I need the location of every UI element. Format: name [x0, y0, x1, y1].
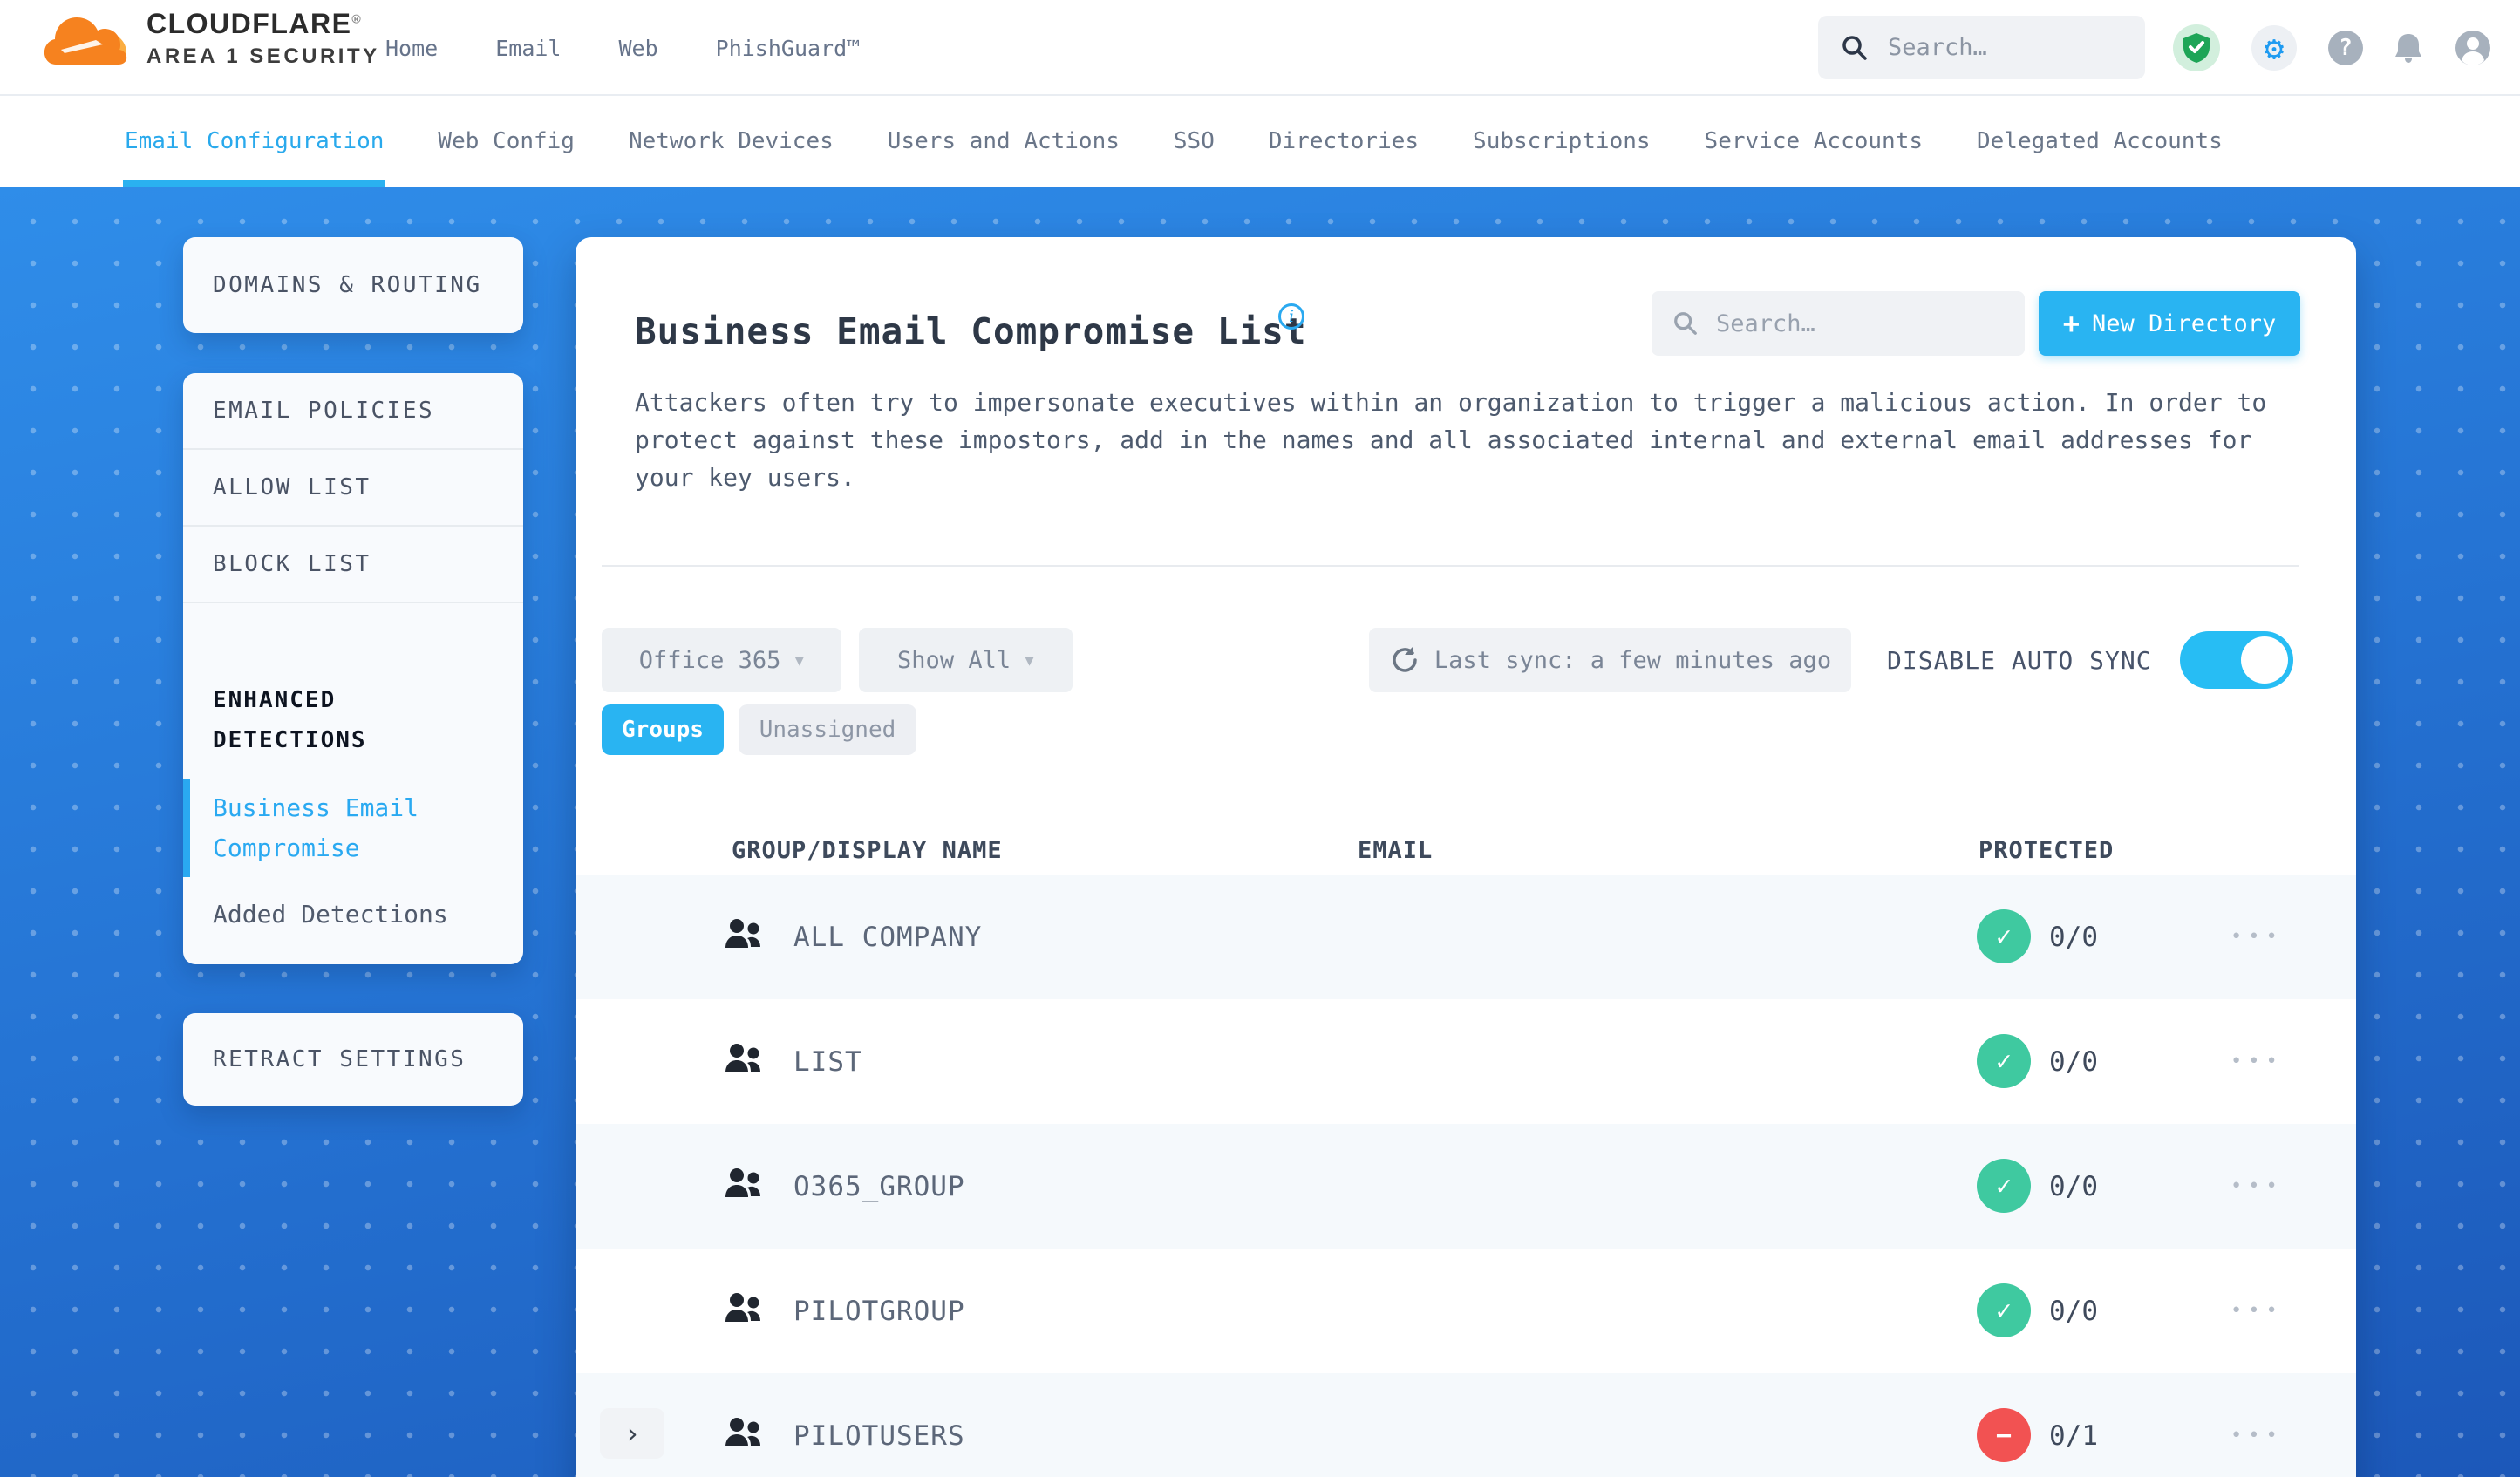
subnav-item-web-config[interactable]: Web Config — [438, 96, 575, 187]
logo-line2: AREA 1 SECURITY — [146, 44, 380, 68]
row-menu-button[interactable]: ••• — [2231, 1124, 2284, 1249]
row-menu-button[interactable]: ••• — [2231, 1373, 2284, 1477]
global-search-input[interactable]: Search… — [1818, 16, 2145, 79]
help-icon[interactable]: ? — [2328, 31, 2363, 65]
table-row[interactable]: LIST ✓ 0/0 ••• — [576, 999, 2356, 1124]
info-icon[interactable]: i — [1278, 303, 1304, 330]
group-name: O365_GROUP — [793, 1170, 965, 1202]
protected-status-icon: ✓ — [1977, 1283, 2031, 1337]
table-row[interactable]: ALL COMPANY ✓ 0/0 ••• — [576, 875, 2356, 999]
directory-type-dropdown[interactable]: Office 365 ▼ — [602, 628, 841, 692]
last-sync-text: Last sync: a few minutes ago — [1434, 646, 1832, 674]
top-nav-item-phishguard-[interactable]: PhishGuard™ — [716, 36, 861, 61]
protected-status-icon: ✓ — [1977, 909, 2031, 963]
row-menu-button[interactable]: ••• — [2231, 1249, 2284, 1373]
subnav-item-email-configuration[interactable]: Email Configuration — [122, 96, 386, 187]
protected-count: 0/0 — [2049, 921, 2098, 953]
settings-gear-icon[interactable]: ⚙ — [2251, 25, 2297, 71]
auto-sync-label: DISABLE AUTO SYNC — [1887, 645, 2152, 675]
shield-check-icon — [2183, 33, 2210, 63]
logo-line1: CLOUDFLARE® — [146, 8, 363, 39]
protected-count: 0/1 — [2049, 1419, 2098, 1452]
protected-count: 0/0 — [2049, 1045, 2098, 1078]
protected-status-icon: − — [1977, 1408, 2031, 1462]
top-header: CLOUDFLARE® AREA 1 SECURITY Home Email Web… — [0, 0, 2520, 96]
divider — [602, 565, 2299, 567]
group-icon — [725, 1418, 760, 1446]
group-name: ALL COMPANY — [793, 921, 983, 953]
sidebar-item-email-policies[interactable]: EMAIL POLICIES — [183, 373, 523, 450]
toggle-knob — [2241, 636, 2288, 684]
sidebar-policies-card: EMAIL POLICIES ALLOW LIST BLOCK LIST ENH… — [183, 373, 523, 964]
column-email: EMAIL — [1358, 837, 1434, 864]
table-row[interactable]: PILOTGROUP ✓ 0/0 ••• — [576, 1249, 2356, 1373]
new-directory-label: New Directory — [2091, 310, 2277, 337]
refresh-icon — [1393, 647, 1417, 672]
subnav-item-network-devices[interactable]: Network Devices — [629, 96, 834, 187]
row-menu-button[interactable]: ••• — [2231, 999, 2284, 1124]
show-filter-dropdown[interactable]: Show All ▼ — [859, 628, 1073, 692]
page-description: Attackers often try to impersonate execu… — [635, 388, 2267, 492]
security-status-icon[interactable] — [2173, 24, 2220, 71]
user-avatar-icon[interactable] — [2454, 29, 2492, 67]
registered-mark: ® — [351, 11, 363, 26]
last-sync-status[interactable]: Last sync: a few minutes ago — [1369, 628, 1851, 692]
subnav-item-subscriptions[interactable]: Subscriptions — [1473, 96, 1651, 187]
subnav-item-delegated-accounts[interactable]: Delegated Accounts — [1977, 96, 2223, 187]
protected-count: 0/0 — [2049, 1170, 2098, 1202]
row-menu-button[interactable]: ••• — [2231, 875, 2284, 999]
protected-status-icon: ✓ — [1977, 1159, 2031, 1213]
protected-count: 0/0 — [2049, 1295, 2098, 1327]
expand-chevron-button[interactable]: › — [600, 1408, 664, 1459]
sidebar-item-business-email-compromise[interactable]: Business Email Compromise — [183, 779, 506, 877]
group-name: LIST — [793, 1045, 862, 1078]
column-group-display-name: GROUP/DISPLAY NAME — [732, 837, 1003, 864]
directory-search-placeholder: Search… — [1716, 310, 1815, 337]
chevron-down-icon: ▼ — [1025, 650, 1034, 670]
sidebar-item-block-list[interactable]: BLOCK LIST — [183, 527, 523, 603]
subnav-item-service-accounts[interactable]: Service Accounts — [1705, 96, 1923, 187]
subnav-item-users-and-actions[interactable]: Users and Actions — [888, 96, 1120, 187]
top-nav-item-email[interactable]: Email — [495, 36, 561, 61]
search-icon — [1842, 35, 1867, 60]
search-icon — [1674, 312, 1697, 335]
sidebar-item-enhanced-detections[interactable]: ENHANCED DETECTIONS — [213, 680, 457, 760]
notifications-bell-icon[interactable] — [2394, 32, 2422, 64]
global-search-placeholder: Search… — [1888, 34, 1987, 61]
sidebar-item-allow-list[interactable]: ALLOW LIST — [183, 450, 523, 527]
group-name: PILOTUSERS — [793, 1419, 965, 1452]
table-row[interactable]: › PILOTUSERS − 0/1 ••• — [576, 1373, 2356, 1477]
sidebar-item-added-detections[interactable]: Added Detections — [213, 895, 506, 935]
auto-sync-toggle[interactable] — [2180, 631, 2293, 689]
top-nav: Home Email Web PhishGuard™ — [385, 0, 860, 96]
page-background: DOMAINS & ROUTING EMAIL POLICIES ALLOW L… — [0, 187, 2520, 1477]
table-row[interactable]: O365_GROUP ✓ 0/0 ••• — [576, 1124, 2356, 1249]
tab-groups[interactable]: Groups — [602, 704, 724, 755]
top-nav-item-home[interactable]: Home — [385, 36, 438, 61]
plus-icon: + — [2062, 307, 2080, 340]
chevron-down-icon: ▼ — [794, 650, 805, 670]
tab-unassigned[interactable]: Unassigned — [739, 704, 916, 755]
column-protected: PROTECTED — [1979, 837, 2115, 864]
top-nav-item-web[interactable]: Web — [618, 36, 657, 61]
group-icon — [725, 1293, 760, 1322]
group-icon — [725, 919, 760, 948]
group-name: PILOTGROUP — [793, 1295, 965, 1327]
main-panel: Business Email Compromise List i Search…… — [576, 237, 2356, 1477]
secondary-nav: Email Configuration Web Config Network Dev… — [0, 96, 2520, 187]
subnav-item-directories[interactable]: Directories — [1269, 96, 1419, 187]
cloudflare-logo: CLOUDFLARE® AREA 1 SECURITY — [44, 7, 380, 70]
new-directory-button[interactable]: + New Directory — [2039, 291, 2300, 356]
table-body: ALL COMPANY ✓ 0/0 ••• LIST ✓ 0/0 ••• O36… — [576, 875, 2356, 1477]
cloudflare-cloud-icon — [44, 17, 127, 65]
group-icon — [725, 1168, 760, 1197]
subnav-item-sso[interactable]: SSO — [1174, 96, 1215, 187]
protected-status-icon: ✓ — [1977, 1034, 2031, 1088]
group-icon — [725, 1044, 760, 1072]
page-title: Business Email Compromise List — [635, 310, 1307, 352]
sidebar-item-domains-routing[interactable]: DOMAINS & ROUTING — [183, 237, 523, 333]
directory-search-input[interactable]: Search… — [1652, 291, 2025, 356]
sidebar-item-retract-settings[interactable]: RETRACT SETTINGS — [183, 1013, 523, 1106]
sidebar-label: DOMAINS & ROUTING — [213, 272, 482, 298]
